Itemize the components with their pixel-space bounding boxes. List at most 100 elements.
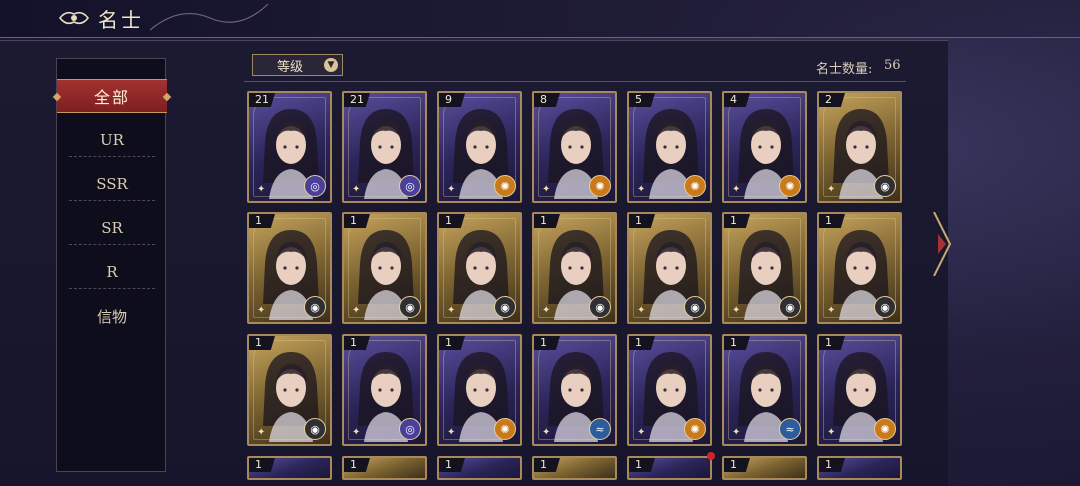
hero-level: 1 bbox=[629, 458, 655, 472]
wave-icon: ≈ bbox=[589, 418, 611, 440]
hero-level: 1 bbox=[439, 458, 465, 472]
eye-icon: ◉ bbox=[779, 296, 801, 318]
sparkle-icon: ✦ bbox=[257, 305, 266, 316]
hero-card[interactable]: 1 bbox=[532, 456, 617, 480]
sidebar-item-label: 信物 bbox=[96, 307, 127, 326]
hero-count-value: 56 bbox=[884, 58, 901, 73]
hero-level: 1 bbox=[439, 214, 465, 228]
sort-dropdown[interactable]: 等级 ▼ bbox=[252, 54, 343, 76]
hero-card[interactable]: 1 ✦ ✺ bbox=[817, 334, 902, 446]
hero-level: 1 bbox=[249, 214, 275, 228]
hero-level: 1 bbox=[724, 214, 750, 228]
hero-card[interactable]: 9 ✦ ✺ bbox=[437, 91, 522, 203]
hero-card[interactable]: 1 bbox=[342, 456, 427, 480]
swirl-icon: ◎ bbox=[399, 418, 421, 440]
hero-card[interactable]: 4 ✦ ✺ bbox=[722, 91, 807, 203]
hero-card[interactable]: 1 ✦ ◉ bbox=[342, 212, 427, 324]
hero-level: 5 bbox=[629, 93, 655, 107]
eye-icon: ◉ bbox=[304, 418, 326, 440]
sidebar-item-ssr[interactable]: SSR bbox=[69, 167, 155, 201]
hero-card[interactable]: 1 ✦ ◉ bbox=[247, 212, 332, 324]
hero-card[interactable]: 1 ✦ ✺ bbox=[627, 334, 712, 446]
sparkle-icon: ✦ bbox=[732, 184, 741, 195]
hero-card[interactable]: 1 ✦ ◎ bbox=[342, 334, 427, 446]
hero-level: 1 bbox=[819, 458, 845, 472]
hero-level: 1 bbox=[629, 214, 655, 228]
sidebar-item-sr[interactable]: SR bbox=[69, 211, 155, 245]
hero-level: 1 bbox=[534, 336, 560, 350]
sidebar-item-label: SR bbox=[101, 218, 123, 237]
eye-icon: ◉ bbox=[589, 296, 611, 318]
sparkle-icon: ✦ bbox=[637, 427, 646, 438]
sun-icon: ✺ bbox=[779, 175, 801, 197]
hero-card[interactable]: 21 ✦ ◎ bbox=[247, 91, 332, 203]
sun-icon: ✺ bbox=[684, 175, 706, 197]
hero-level: 1 bbox=[819, 336, 845, 350]
sparkle-icon: ✦ bbox=[352, 184, 361, 195]
hero-card[interactable]: 1 ✦ ✺ bbox=[437, 334, 522, 446]
sidebar-item-tokens[interactable]: 信物 bbox=[69, 299, 155, 333]
hero-card[interactable]: 1 bbox=[437, 456, 522, 480]
hero-card[interactable]: 1 ✦ ≈ bbox=[532, 334, 617, 446]
hero-level: 1 bbox=[249, 458, 275, 472]
hero-card[interactable]: 1 bbox=[817, 456, 902, 480]
sparkle-icon: ✦ bbox=[352, 305, 361, 316]
hero-card[interactable]: 1 ✦ ◉ bbox=[247, 334, 332, 446]
hero-level: 21 bbox=[344, 93, 370, 107]
hero-card[interactable]: 21 ✦ ◎ bbox=[342, 91, 427, 203]
hero-card[interactable]: 1 ✦ ◉ bbox=[532, 212, 617, 324]
hero-level: 4 bbox=[724, 93, 750, 107]
sidebar-item-all[interactable]: 全部 bbox=[52, 79, 172, 113]
sort-dropdown-label: 等级 bbox=[277, 59, 304, 75]
sparkle-icon: ✦ bbox=[732, 427, 741, 438]
hero-card[interactable]: 1 ✦ ◉ bbox=[817, 212, 902, 324]
hero-level: 1 bbox=[344, 214, 370, 228]
category-sidebar: 全部 UR SSR SR R 信物 bbox=[52, 58, 172, 472]
hero-card[interactable]: 1 bbox=[627, 456, 712, 480]
sun-icon: ✺ bbox=[589, 175, 611, 197]
chevron-down-icon: ▼ bbox=[324, 58, 338, 72]
hero-card[interactable]: 1 ✦ ◉ bbox=[627, 212, 712, 324]
sparkle-icon: ✦ bbox=[732, 305, 741, 316]
hero-card[interactable]: 8 ✦ ✺ bbox=[532, 91, 617, 203]
swirl-icon: ◎ bbox=[304, 175, 326, 197]
sparkle-icon: ✦ bbox=[827, 305, 836, 316]
right-panel-ornament-icon[interactable] bbox=[930, 212, 954, 276]
sidebar-item-label: 全部 bbox=[93, 88, 130, 107]
hero-level: 1 bbox=[724, 458, 750, 472]
cloud-swirl-decoration-icon bbox=[150, 3, 269, 31]
hero-level: 21 bbox=[249, 93, 275, 107]
eye-icon: ◉ bbox=[399, 296, 421, 318]
hero-card[interactable]: 1 bbox=[247, 456, 332, 480]
sparkle-icon: ✦ bbox=[827, 184, 836, 195]
hero-level: 1 bbox=[534, 214, 560, 228]
sparkle-icon: ✦ bbox=[447, 427, 456, 438]
hero-card[interactable]: 1 ✦ ◉ bbox=[437, 212, 522, 324]
hero-card[interactable]: 1 bbox=[722, 456, 807, 480]
eye-icon: ◉ bbox=[874, 296, 896, 318]
hero-card[interactable]: 1 ✦ ◉ bbox=[722, 212, 807, 324]
sparkle-icon: ✦ bbox=[637, 184, 646, 195]
eye-icon: ◉ bbox=[304, 296, 326, 318]
hero-level: 1 bbox=[724, 336, 750, 350]
hero-level: 1 bbox=[629, 336, 655, 350]
sparkle-icon: ✦ bbox=[542, 184, 551, 195]
sparkle-icon: ✦ bbox=[827, 427, 836, 438]
hero-card[interactable]: 5 ✦ ✺ bbox=[627, 91, 712, 203]
hero-count-label: 名士数量: bbox=[816, 62, 873, 77]
eye-icon: ◉ bbox=[684, 296, 706, 318]
hero-card[interactable]: 2 ✦ ◉ bbox=[817, 91, 902, 203]
sun-icon: ✺ bbox=[494, 418, 516, 440]
sidebar-item-ur[interactable]: UR bbox=[69, 123, 155, 157]
sparkle-icon: ✦ bbox=[637, 305, 646, 316]
hero-level: 1 bbox=[344, 458, 370, 472]
hero-level: 1 bbox=[819, 214, 845, 228]
sidebar-item-r[interactable]: R bbox=[69, 255, 155, 289]
hero-card[interactable]: 1 ✦ ≈ bbox=[722, 334, 807, 446]
sparkle-icon: ✦ bbox=[257, 427, 266, 438]
sidebar-item-label: UR bbox=[100, 130, 124, 149]
sun-icon: ✺ bbox=[494, 175, 516, 197]
cloud-emblem-icon bbox=[58, 11, 90, 25]
sparkle-icon: ✦ bbox=[447, 305, 456, 316]
page-title: 名士 bbox=[98, 8, 144, 32]
